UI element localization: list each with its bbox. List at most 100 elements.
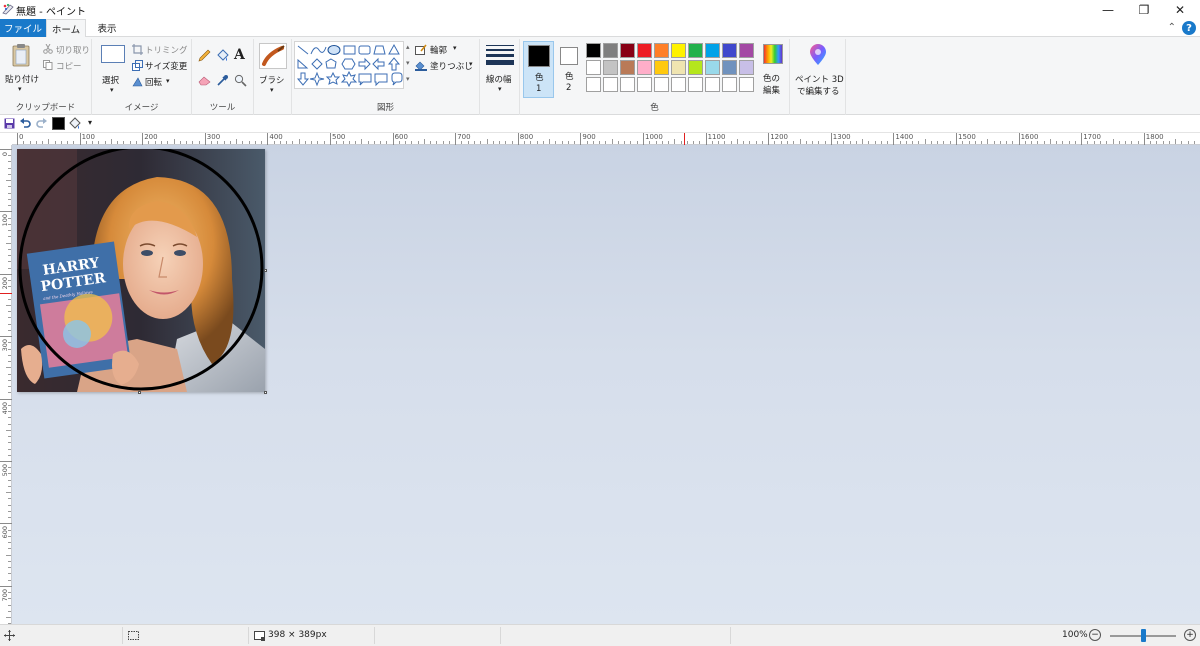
palette-swatch[interactable]: [637, 60, 652, 75]
custom-color-slot[interactable]: [637, 77, 652, 92]
brushes-button[interactable]: ブラシ ▾: [256, 41, 290, 99]
brushes-label: ブラシ: [259, 76, 285, 86]
shapes-scroll-up-icon[interactable]: ▴: [406, 43, 410, 51]
custom-color-slot[interactable]: [722, 77, 737, 92]
magnifier-icon[interactable]: [234, 74, 247, 87]
customize-qat-icon[interactable]: ▾: [88, 118, 92, 127]
outline-dropdown-icon[interactable]: ▾: [453, 44, 457, 52]
palette-swatch[interactable]: [603, 43, 618, 58]
edit-colors-button[interactable]: 色の 編集: [758, 41, 788, 98]
close-button[interactable]: ✕: [1162, 0, 1198, 19]
fill-bucket-icon[interactable]: [216, 49, 229, 62]
brushes-dropdown-icon[interactable]: ▾: [270, 86, 274, 94]
palette-swatch[interactable]: [620, 43, 635, 58]
palette-swatch[interactable]: [705, 43, 720, 58]
custom-color-slot[interactable]: [586, 77, 601, 92]
select-dropdown-icon[interactable]: ▾: [110, 86, 114, 94]
canvas-image[interactable]: HARRY POTTER and the Deathly Hallows: [17, 149, 265, 392]
palette-swatch[interactable]: [722, 60, 737, 75]
copy-button[interactable]: コピー: [56, 60, 82, 72]
crop-button[interactable]: トリミング: [145, 44, 188, 56]
minimize-button[interactable]: —: [1090, 0, 1126, 19]
help-icon[interactable]: ?: [1182, 21, 1196, 35]
paste-button[interactable]: 貼り付け ▾: [2, 41, 39, 99]
custom-color-slot[interactable]: [705, 77, 720, 92]
palette-swatch[interactable]: [688, 43, 703, 58]
palette-swatch[interactable]: [722, 43, 737, 58]
quick-color-swatch[interactable]: [52, 117, 65, 130]
undo-icon[interactable]: [20, 118, 31, 129]
collapse-ribbon-icon[interactable]: ⌃: [1168, 22, 1176, 33]
quick-fill-icon[interactable]: [68, 117, 81, 130]
tools-group-label: ツール: [209, 103, 236, 113]
eraser-icon[interactable]: [198, 75, 211, 86]
palette-swatch[interactable]: [705, 60, 720, 75]
resize-button[interactable]: サイズ変更: [145, 60, 187, 72]
maximize-button[interactable]: ❐: [1126, 0, 1162, 19]
palette-swatch[interactable]: [654, 43, 669, 58]
custom-color-slot[interactable]: [654, 77, 669, 92]
palette-swatch[interactable]: [603, 60, 618, 75]
shapes-more-icon[interactable]: ▾: [406, 75, 410, 83]
color1-button[interactable]: 色 1: [523, 41, 554, 98]
custom-color-slot[interactable]: [671, 77, 686, 92]
ruler-minor-tick: [574, 141, 576, 144]
zoom-out-button[interactable]: −: [1089, 629, 1101, 641]
ruler-minor-tick: [405, 141, 407, 144]
custom-color-slot[interactable]: [603, 77, 618, 92]
palette-swatch[interactable]: [620, 60, 635, 75]
text-tool-icon[interactable]: A: [234, 47, 245, 63]
resize-handle-right[interactable]: [264, 269, 267, 272]
ruler-minor-tick: [1037, 141, 1039, 144]
zoom-in-button[interactable]: +: [1184, 629, 1196, 641]
palette-swatch[interactable]: [586, 60, 601, 75]
pencil-icon[interactable]: [198, 49, 211, 62]
shapes-scroll-down-icon[interactable]: ▾: [406, 59, 410, 67]
shapes-gallery[interactable]: [294, 41, 404, 89]
tab-view[interactable]: 表示: [86, 19, 128, 37]
ruler-label: 700: [457, 133, 471, 141]
resize-handle-bottom[interactable]: [138, 391, 141, 394]
zoom-slider-thumb[interactable]: [1140, 629, 1146, 642]
ruler-label: 1200: [770, 133, 789, 141]
tab-file[interactable]: ファイル: [0, 19, 46, 37]
fill-dropdown-icon[interactable]: ▾: [469, 60, 473, 68]
colors-group-label: 色: [650, 103, 659, 113]
palette-swatch[interactable]: [688, 60, 703, 75]
cut-button[interactable]: 切り取り: [56, 44, 90, 56]
resize-handle-corner[interactable]: [264, 391, 267, 394]
rotate-dropdown-icon[interactable]: ▾: [166, 77, 170, 85]
palette-swatch[interactable]: [671, 60, 686, 75]
palette-swatch[interactable]: [654, 60, 669, 75]
color2-button[interactable]: 色 2: [556, 41, 584, 98]
palette-swatch[interactable]: [671, 43, 686, 58]
color-picker-icon[interactable]: [216, 74, 229, 87]
paint3d-button[interactable]: ペイント 3D で編集する: [792, 41, 844, 99]
ruler-minor-tick: [711, 141, 713, 144]
rotate-button[interactable]: 回転: [145, 76, 162, 88]
custom-color-slot[interactable]: [620, 77, 635, 92]
line-width-dropdown-icon[interactable]: ▾: [498, 85, 502, 93]
ruler-label: 1300: [832, 133, 851, 141]
outline-button[interactable]: 輪郭: [430, 44, 447, 56]
custom-color-slot[interactable]: [688, 77, 703, 92]
ruler-minor-tick: [6, 367, 11, 369]
palette-swatch[interactable]: [586, 43, 601, 58]
canvas-workspace[interactable]: HARRY POTTER and the Deathly Hallows: [12, 145, 1200, 624]
save-icon[interactable]: [4, 118, 15, 129]
ruler-minor-tick: [355, 141, 357, 144]
custom-color-slot[interactable]: [739, 77, 754, 92]
line-width-button[interactable]: 線の幅 ▾: [482, 41, 518, 99]
selection-size-icon: [128, 631, 139, 640]
palette-swatch[interactable]: [637, 43, 652, 58]
ruler-minor-tick: [98, 141, 100, 144]
ruler-minor-tick: [1099, 141, 1101, 144]
palette-swatch[interactable]: [739, 60, 754, 75]
paste-dropdown-icon[interactable]: ▾: [18, 85, 22, 93]
ruler-label: 100: [81, 133, 95, 141]
palette-swatch[interactable]: [739, 43, 754, 58]
fill-button[interactable]: 塗りつぶし: [430, 60, 473, 72]
select-button[interactable]: 選択 ▾: [98, 43, 128, 99]
redo-icon[interactable]: [36, 118, 47, 129]
tab-home[interactable]: ホーム: [46, 19, 86, 38]
